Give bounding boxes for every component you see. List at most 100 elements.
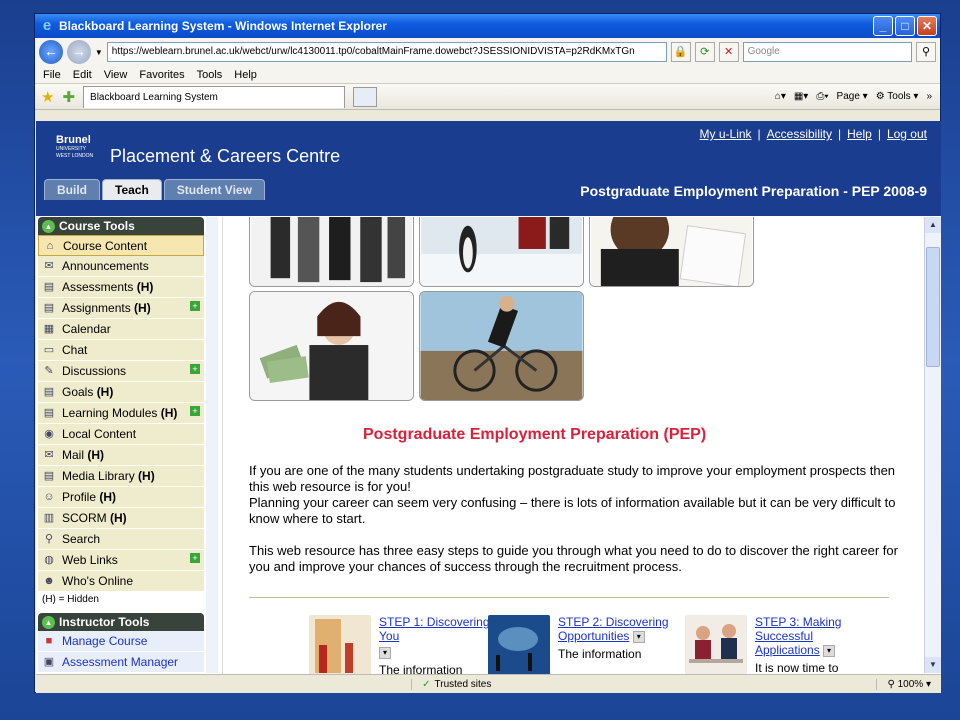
tool-chat[interactable]: ▭ Chat [38, 340, 204, 361]
hidden-marker: (H) [134, 301, 151, 315]
zone-indicator[interactable]: ✓ Trusted sites [411, 678, 501, 690]
tool-label: Media Library [62, 469, 139, 483]
home-icon[interactable]: ⌂▾ [775, 91, 786, 102]
tool-discussions[interactable]: ✎ Discussions + [38, 361, 204, 382]
hidden-marker: (H) [110, 511, 127, 525]
close-button[interactable]: ✕ [917, 16, 937, 36]
tab-build[interactable]: Build [44, 179, 100, 200]
address-toolbar: ← → ▼ https://weblearn.brunel.ac.uk/webc… [35, 38, 940, 66]
menu-file[interactable]: File [43, 69, 61, 81]
help-link[interactable]: Help [847, 127, 872, 141]
step-2-link[interactable]: STEP 2: Discovering Opportunities [558, 615, 669, 643]
tool-label: Chat [62, 343, 88, 357]
tool-who-s-online[interactable]: ☻ Who's Online [38, 571, 204, 592]
instructor-tools-header[interactable]: ▲ Instructor Tools [38, 613, 204, 631]
tool-calendar[interactable]: ▦ Calendar [38, 319, 204, 340]
tab-student-view[interactable]: Student View [163, 179, 265, 200]
back-button[interactable]: ← [39, 40, 63, 64]
manage-course-item[interactable]: ■ Manage Course [38, 631, 204, 652]
sidebar-scrollbar[interactable] [206, 217, 218, 673]
minimize-button[interactable]: _ [873, 16, 893, 36]
mode-tabs: Build Teach Student View [44, 179, 265, 200]
new-tab-button[interactable] [353, 86, 378, 107]
search-input[interactable]: Google [742, 42, 913, 62]
step-3-menu-icon[interactable]: ▾ [823, 644, 836, 657]
scroll-up-icon[interactable]: ▲ [925, 217, 941, 233]
print-icon[interactable]: ⎙▾ [816, 91, 828, 102]
tool-goals[interactable]: ▤ Goals (H) [38, 382, 204, 403]
menu-tools[interactable]: Tools [197, 69, 223, 81]
browser-window: e Blackboard Learning System - Windows I… [34, 13, 941, 693]
logout-link[interactable]: Log out [887, 127, 927, 141]
zoom-control[interactable]: ⚲ 100% ▾ [876, 678, 941, 690]
step-2-menu-icon[interactable]: ▾ [632, 630, 645, 643]
globe-icon: ◍ [44, 554, 54, 566]
tool-assignments[interactable]: ▤ Assignments (H) + [38, 298, 204, 319]
page-menu[interactable]: Page ▾ [837, 91, 868, 102]
new-item-icon: + [190, 553, 200, 563]
scroll-thumb[interactable] [926, 247, 940, 367]
tool-course-content[interactable]: ⌂Course Content⌄ [38, 235, 204, 256]
scroll-down-icon[interactable]: ▼ [925, 657, 941, 673]
page-title: Postgraduate Employment Preparation (PEP… [363, 426, 707, 443]
hidden-marker: (H) [138, 469, 155, 483]
course-tools-title: Course Tools [59, 219, 135, 233]
maximize-button[interactable]: □ [895, 16, 915, 36]
tools-menu[interactable]: ⚙ Tools ▾ [876, 91, 919, 102]
tool-label: Learning Modules [62, 406, 161, 420]
tab-teach[interactable]: Teach [102, 179, 162, 200]
address-input[interactable]: https://weblearn.brunel.ac.uk/webct/urw/… [106, 42, 667, 62]
step-3-image [685, 615, 747, 674]
tool-media-library[interactable]: ▤ Media Library (H) [38, 466, 204, 487]
tool-web-links[interactable]: ◍ Web Links + [38, 550, 204, 571]
tool-mail[interactable]: ✉ Mail (H) [38, 445, 204, 466]
assessment-manager-item[interactable]: ▣ Assessment Manager [38, 652, 204, 673]
chevron-more-icon[interactable]: » [926, 91, 932, 102]
intro-text: If you are one of the many students unde… [249, 463, 899, 575]
content-scrollbar[interactable]: ▲ ▼ [924, 217, 941, 673]
step-1-desc: The information [379, 663, 463, 674]
my-ulink-link[interactable]: My u-Link [700, 127, 752, 141]
menu-view[interactable]: View [104, 69, 128, 81]
main-content: Postgraduate Employment Preparation (PEP… [222, 217, 922, 674]
tool-assessments[interactable]: ▤ Assessments (H) [38, 277, 204, 298]
menu-help[interactable]: Help [234, 69, 257, 81]
tool-label: Assessments [62, 280, 137, 294]
menu-favorites[interactable]: Favorites [139, 69, 184, 81]
menu-edit[interactable]: Edit [73, 69, 92, 81]
tool-search[interactable]: ⚲ Search [38, 529, 204, 550]
document-icon: ▤ [43, 302, 55, 314]
hidden-marker: (H) [99, 490, 117, 504]
calendar-icon: ▦ [43, 323, 55, 335]
tool-announcements[interactable]: ✉ Announcements [38, 256, 204, 277]
stop-button[interactable]: ✕ [718, 42, 739, 62]
forward-button[interactable]: → [66, 40, 91, 64]
tool-learning-modules[interactable]: ▤ Learning Modules (H) + [38, 403, 204, 424]
refresh-button[interactable]: ⟳ [694, 42, 715, 62]
photo-penguins-snow [419, 217, 584, 287]
tool-label: Web Links [62, 553, 118, 567]
web-page: Brunel UNIVERSITY WEST LONDON Placement … [36, 121, 941, 674]
tool-local-content[interactable]: ◉ Local Content [38, 424, 204, 445]
instructor-tools-title: Instructor Tools [59, 615, 150, 629]
collapse-icon[interactable]: ▲ [42, 219, 55, 233]
step-1-menu-icon[interactable]: ▾ [379, 646, 391, 659]
tool-scorm[interactable]: ▥ SCORM (H) [38, 508, 204, 529]
lock-icon[interactable]: 🔒 [670, 42, 691, 62]
history-dropdown-icon[interactable]: ▼ [95, 48, 103, 57]
add-favorites-icon[interactable]: ✚ [62, 88, 75, 106]
browser-tab[interactable]: Blackboard Learning System [83, 85, 346, 108]
accessibility-link[interactable]: Accessibility [767, 127, 832, 141]
course-tools-header[interactable]: ▲ Course Tools [38, 217, 204, 235]
search-icon: ⚲ [44, 533, 54, 545]
step-2-desc: The information [558, 647, 642, 661]
tool-label: Profile [62, 490, 100, 504]
favorites-star-icon[interactable]: ★ [41, 88, 54, 106]
document-icon: ▤ [43, 281, 55, 293]
feeds-icon[interactable]: ▦▾ [794, 91, 808, 102]
collapse-icon[interactable]: ▲ [42, 615, 55, 629]
step-1-link[interactable]: STEP 1: Discovering You [379, 615, 490, 643]
tool-profile[interactable]: ☺ Profile (H) [38, 487, 204, 508]
hidden-marker: (H) [87, 448, 105, 462]
search-icon[interactable]: ⚲ [916, 42, 936, 62]
